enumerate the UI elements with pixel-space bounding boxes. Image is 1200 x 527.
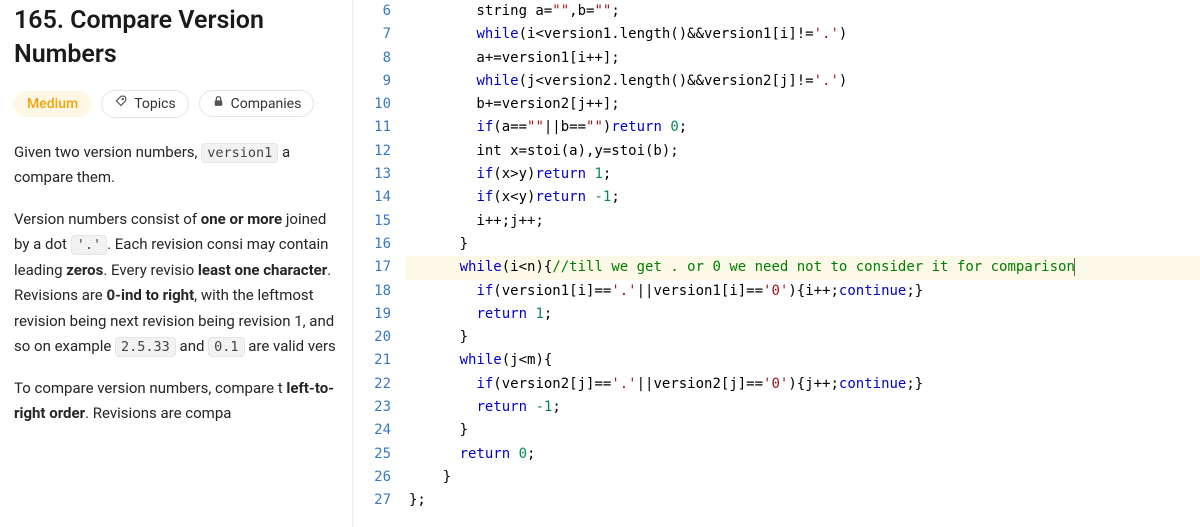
code-line[interactable]: while(i<n){//till we get . or 0 we need …: [405, 256, 1200, 279]
line-number: 11: [353, 116, 391, 139]
tags-row: Medium Topics Companies: [14, 90, 338, 118]
problem-title: 165. Compare Version Numbers: [14, 0, 338, 72]
code-area[interactable]: string a="",b=""; while(i<version1.lengt…: [409, 0, 1200, 527]
line-number: 27: [353, 489, 391, 512]
code-line[interactable]: b+=version2[j++];: [409, 93, 1200, 116]
code-line[interactable]: }: [409, 419, 1200, 442]
problem-description: Given two version numbers, version1 acom…: [14, 140, 338, 427]
line-number: 7: [353, 23, 391, 46]
code-editor[interactable]: 6789101112131415161718192021222324252627…: [352, 0, 1200, 527]
line-number: 20: [353, 326, 391, 349]
code-line[interactable]: string a="",b="";: [409, 0, 1200, 23]
line-number: 18: [353, 280, 391, 303]
tag-icon: [114, 95, 128, 113]
line-number: 16: [353, 233, 391, 256]
code-line[interactable]: while(i<version1.length()&&version1[i]!=…: [409, 23, 1200, 46]
desc-p3: To compare version numbers, compare t le…: [14, 376, 338, 427]
line-number: 23: [353, 396, 391, 419]
problem-panel: 165. Compare Version Numbers Medium Topi…: [0, 0, 352, 527]
code-line[interactable]: a+=version1[i++];: [409, 47, 1200, 70]
line-number: 22: [353, 373, 391, 396]
code-line[interactable]: }: [409, 326, 1200, 349]
code-line[interactable]: return 0;: [409, 443, 1200, 466]
line-number: 24: [353, 419, 391, 442]
line-number: 21: [353, 349, 391, 372]
difficulty-pill: Medium: [14, 91, 91, 117]
line-gutter: 6789101112131415161718192021222324252627: [353, 0, 409, 527]
code-line[interactable]: return -1;: [409, 396, 1200, 419]
line-number: 6: [353, 0, 391, 23]
code-line[interactable]: if(a==""||b=="")return 0;: [409, 116, 1200, 139]
code-line[interactable]: while(j<m){: [409, 349, 1200, 372]
code-line[interactable]: if(x<y)return -1;: [409, 186, 1200, 209]
lock-icon: [212, 95, 225, 112]
code-line[interactable]: i++;j++;: [409, 210, 1200, 233]
line-number: 8: [353, 47, 391, 70]
line-number: 19: [353, 303, 391, 326]
code-line[interactable]: while(j<version2.length()&&version2[j]!=…: [409, 70, 1200, 93]
code-line[interactable]: }: [409, 233, 1200, 256]
line-number: 17: [353, 256, 391, 279]
line-number: 13: [353, 163, 391, 186]
code-line[interactable]: if(x>y)return 1;: [409, 163, 1200, 186]
topics-label: Topics: [134, 96, 175, 112]
desc-p2: Version numbers consist of one or more j…: [14, 207, 338, 360]
line-number: 10: [353, 93, 391, 116]
line-number: 25: [353, 443, 391, 466]
text-cursor: [1074, 258, 1075, 276]
code-line[interactable]: if(version1[i]=='.'||version1[i]=='0'){i…: [409, 280, 1200, 303]
code-line[interactable]: }: [409, 466, 1200, 489]
code-inline: '.': [71, 235, 107, 255]
line-number: 14: [353, 186, 391, 209]
code-line[interactable]: return 1;: [409, 303, 1200, 326]
code-inline: version1: [201, 143, 278, 163]
desc-p1: Given two version numbers, version1 acom…: [14, 140, 338, 191]
line-number: 12: [353, 140, 391, 163]
companies-label: Companies: [231, 96, 302, 112]
line-number: 15: [353, 210, 391, 233]
line-number: 26: [353, 466, 391, 489]
companies-pill[interactable]: Companies: [199, 90, 315, 117]
topics-pill[interactable]: Topics: [101, 90, 188, 118]
code-inline: 2.5.33: [115, 337, 176, 357]
code-inline: 0.1: [208, 337, 244, 357]
code-line[interactable]: if(version2[j]=='.'||version2[j]=='0'){j…: [409, 373, 1200, 396]
code-line[interactable]: int x=stoi(a),y=stoi(b);: [409, 140, 1200, 163]
code-line[interactable]: };: [409, 489, 1200, 512]
line-number: 9: [353, 70, 391, 93]
